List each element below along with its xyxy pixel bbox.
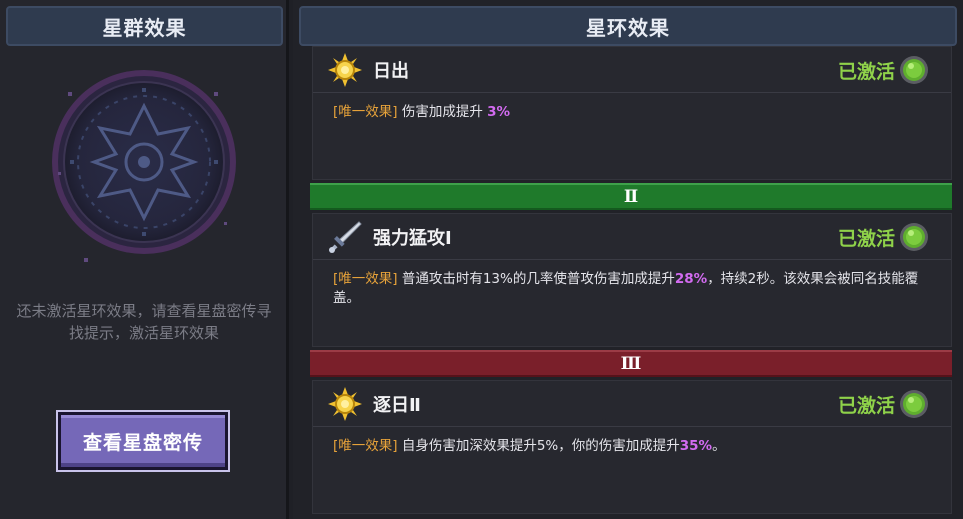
effect-tag: [唯一效果] — [333, 271, 398, 287]
effect-description: [唯一效果] 普通攻击时有13%的几率使普攻伤害加成提升28%，持续2秒。该效果… — [333, 270, 933, 308]
effect-status: 已激活 — [837, 61, 895, 83]
effect-description: [唯一效果] 自身伤害加深效果提升5%，你的伤害加成提升35%。 — [333, 437, 933, 456]
effect-name: 逐日Ⅱ — [373, 395, 421, 416]
effect-card-header: 强力猛攻Ⅰ 已激活 — [313, 214, 951, 260]
sun-icon — [328, 53, 362, 87]
effect-name: 日出 — [373, 61, 409, 82]
effect-desc-tail: 。 — [712, 438, 726, 454]
effect-tag: [唯一效果] — [333, 438, 398, 454]
effect-name: 强力猛攻Ⅰ — [373, 228, 452, 249]
effect-card-chase-sun: 逐日Ⅱ 已激活 [唯一效果] 自身伤害加深效果提升5%，你的伤害加成提升35%。 — [312, 380, 952, 514]
effect-description: [唯一效果] 伤害加成提升 3% — [333, 103, 933, 122]
effect-status: 已激活 — [837, 395, 895, 417]
sword-icon — [329, 221, 362, 253]
constellation-disc-icon — [52, 70, 236, 262]
star-ring-panel: 星环效果 日出 已激活 [唯一效果] 伤害加成提升 3% Ⅱ 强力猛攻Ⅰ 已激活… — [293, 0, 963, 519]
active-orb-icon — [900, 390, 928, 418]
active-orb-icon — [900, 56, 928, 84]
tier-3-divider: Ⅲ — [310, 350, 952, 377]
constellation-panel-title: 星群效果 — [6, 6, 283, 46]
inactive-hint-text: 还未激活星环效果，请查看星盘密传寻找提示，激活星环效果 — [16, 302, 272, 342]
effect-card-power-assault: 强力猛攻Ⅰ 已激活 [唯一效果] 普通攻击时有13%的几率使普攻伤害加成提升28… — [312, 213, 952, 347]
effect-card-header: 逐日Ⅱ 已激活 — [313, 381, 951, 427]
sun-icon — [328, 387, 362, 421]
effect-desc-text: 自身伤害加深效果提升5%，你的伤害加成提升 — [401, 438, 680, 454]
effect-card-sunrise: 日出 已激活 [唯一效果] 伤害加成提升 3% — [312, 46, 952, 180]
effect-desc-text: 伤害加成提升 — [401, 104, 483, 120]
effect-highlight-value: 3% — [487, 104, 511, 120]
view-star-chart-button[interactable]: 查看星盘密传 — [58, 412, 228, 470]
effect-highlight-value: 35% — [679, 438, 713, 454]
effect-tag: [唯一效果] — [333, 104, 398, 120]
effect-card-header: 日出 已激活 — [313, 47, 951, 93]
constellation-panel: 星群效果 还未激活星环效果，请查看星盘密传寻找提示，激活星环效果 查看星盘密传 — [0, 0, 289, 519]
active-orb-icon — [900, 223, 928, 251]
tier-2-divider: Ⅱ — [310, 183, 952, 210]
effect-highlight-value: 28% — [674, 271, 708, 287]
effect-status: 已激活 — [837, 228, 895, 250]
star-ring-panel-title: 星环效果 — [299, 6, 957, 46]
effect-desc-text: 普通攻击时有13%的几率使普攻伤害加成提升 — [401, 271, 675, 287]
